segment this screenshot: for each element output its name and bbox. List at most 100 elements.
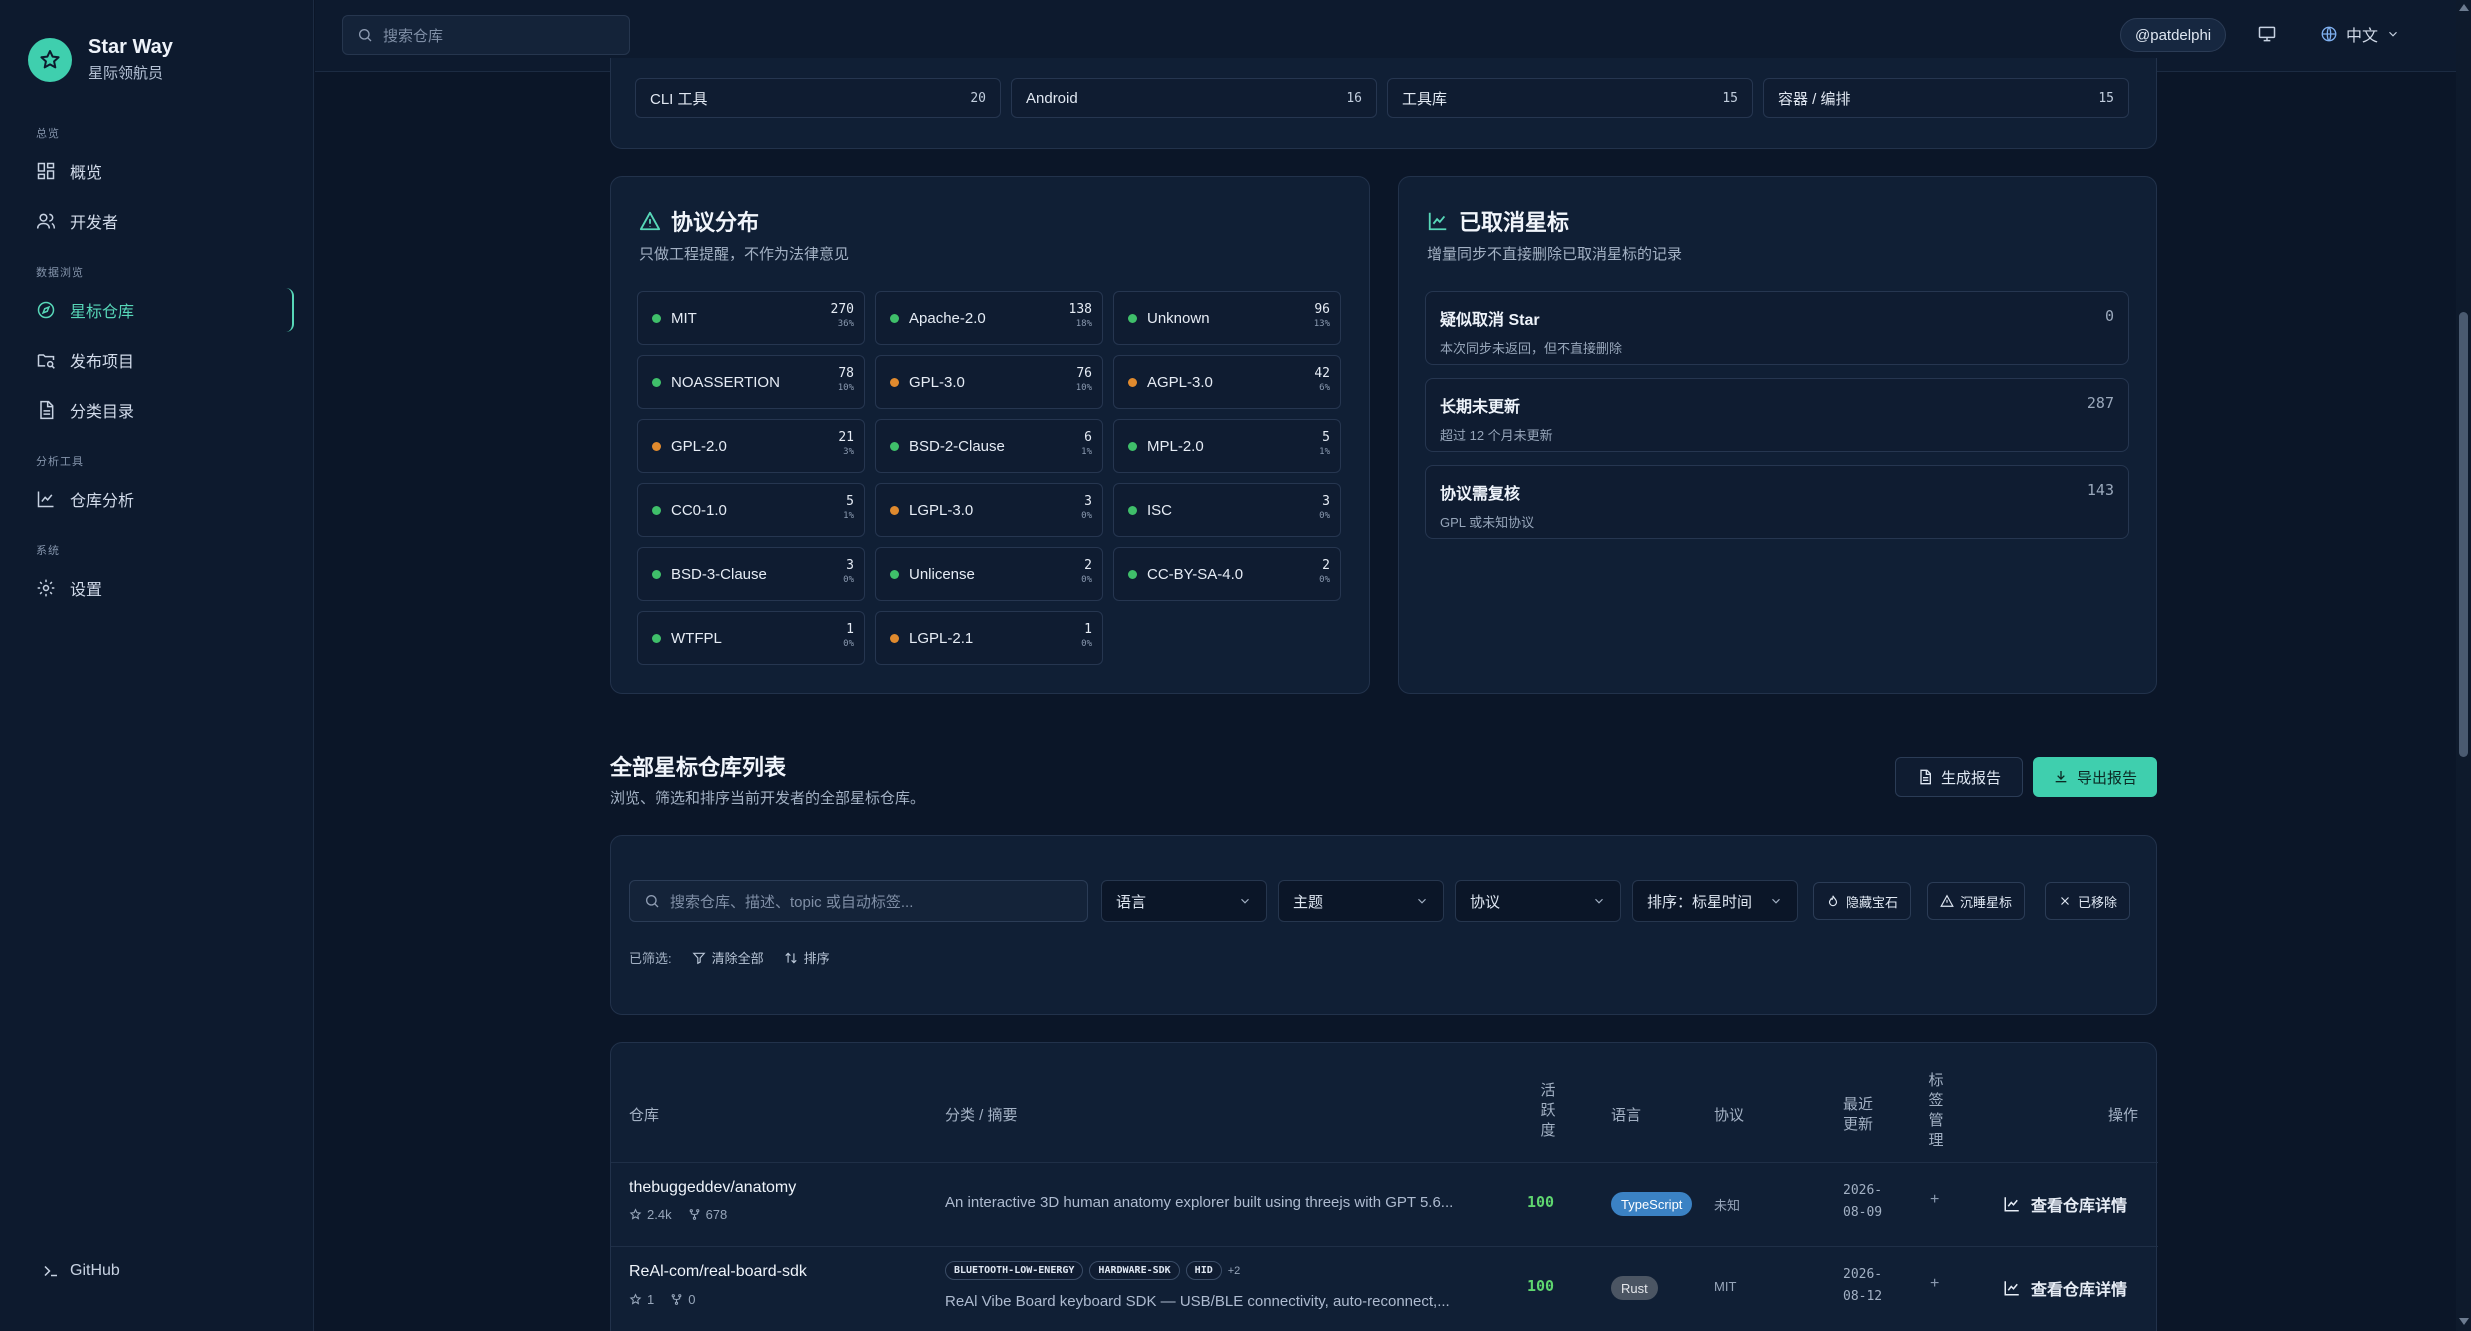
- license-item[interactable]: MIT 270 36%: [637, 291, 865, 345]
- license-item[interactable]: Unlicense 2 0%: [875, 547, 1103, 601]
- table-row[interactable]: ReAl-com/real-board-sdk 1 0 BLUETOOTH-LO…: [611, 1246, 2158, 1330]
- repo-forks-count: 0: [688, 1292, 696, 1307]
- brand[interactable]: Star Way 星际领航员: [28, 36, 173, 83]
- license-select[interactable]: 协议: [1455, 880, 1621, 922]
- language-switcher[interactable]: 中文: [2320, 22, 2400, 46]
- repo-stars: 2.4k: [629, 1207, 672, 1222]
- export-report-button[interactable]: 导出报告: [2033, 757, 2157, 797]
- license-name: AGPL-3.0: [1147, 373, 1213, 391]
- repo-search-input[interactable]: 搜索仓库、描述、topic 或自动标签...: [629, 880, 1088, 922]
- sunk-stars-toggle[interactable]: 沉睡星标: [1927, 882, 2026, 920]
- repo-name-link[interactable]: thebuggeddev/anatomy: [629, 1179, 796, 1197]
- hidden-gems-toggle[interactable]: 隐藏宝石: [1813, 882, 1912, 920]
- removed-label: 已移除: [2078, 894, 2118, 910]
- view-repo-detail-button[interactable]: 查看仓库详情: [2003, 1276, 2127, 1300]
- topic-select[interactable]: 主题: [1278, 880, 1444, 922]
- license-item[interactable]: WTFPL 1 0%: [637, 611, 865, 665]
- table-row[interactable]: thebuggeddev/anatomy 2.4k 678 An interac…: [611, 1162, 2158, 1246]
- license-item[interactable]: LGPL-3.0 3 0%: [875, 483, 1103, 537]
- sidebar-item-settings[interactable]: 设置: [26, 566, 294, 610]
- license-stats: 2 0%: [1081, 558, 1092, 585]
- category-count: 16: [1346, 90, 1362, 106]
- license-item[interactable]: LGPL-2.1 1 0%: [875, 611, 1103, 665]
- license-name: GPL-2.0: [671, 437, 727, 455]
- license-name: BSD-3-Clause: [671, 565, 767, 583]
- license-item[interactable]: NOASSERTION 78 10%: [637, 355, 865, 409]
- header-activity[interactable]: 活跃度: [1539, 1081, 1557, 1141]
- repo-forks-count: 678: [705, 1207, 728, 1222]
- clear-filters-button[interactable]: 清除全部: [692, 948, 764, 967]
- license-cell: 未知: [1714, 1198, 1741, 1213]
- license-item[interactable]: BSD-3-Clause 3 0%: [637, 547, 865, 601]
- license-stats: 5 1%: [1319, 430, 1330, 457]
- add-tag-button[interactable]: +: [1930, 1191, 1939, 1209]
- license-item[interactable]: MPL-2.0 5 1%: [1113, 419, 1341, 473]
- license-select-value: 协议: [1470, 893, 1501, 911]
- unstarred-item[interactable]: 长期未更新 超过 12 个月未更新 287: [1425, 378, 2129, 452]
- list-section-subtitle: 浏览、筛选和排序当前开发者的全部星标仓库。: [610, 790, 926, 807]
- language-label: 中文: [2346, 28, 2379, 45]
- scroll-down-arrow-icon[interactable]: [2459, 1318, 2469, 1325]
- license-item[interactable]: Unknown 96 13%: [1113, 291, 1341, 345]
- category-row: CLI 工具 20 Android 16 工具库 15 容器 / 编排 15: [635, 78, 2129, 118]
- sidebar-item-overview[interactable]: 概览: [26, 149, 294, 193]
- license-item[interactable]: BSD-2-Clause 6 1%: [875, 419, 1103, 473]
- view-repo-detail-button[interactable]: 查看仓库详情: [2003, 1192, 2127, 1216]
- topic-chip[interactable]: HARDWARE-SDK: [1089, 1261, 1180, 1280]
- repo-name-link[interactable]: ReAl-com/real-board-sdk: [629, 1263, 807, 1281]
- export-report-label: 导出报告: [2076, 769, 2137, 787]
- language-badge: TypeScript: [1611, 1192, 1693, 1216]
- license-item[interactable]: CC0-1.0 5 1%: [637, 483, 865, 537]
- license-item[interactable]: GPL-2.0 21 3%: [637, 419, 865, 473]
- topic-chip[interactable]: BLUETOOTH-LOW-ENERGY: [945, 1261, 1084, 1280]
- category-item[interactable]: 容器 / 编排 15: [1763, 78, 2129, 118]
- license-item[interactable]: CC-BY-SA-4.0 2 0%: [1113, 547, 1341, 601]
- active-filters-row: 已筛选: 清除全部 排序: [629, 948, 830, 967]
- license-status-dot: [1128, 505, 1137, 515]
- language-select[interactable]: 语言: [1101, 880, 1267, 922]
- sidebar-item-label: 设置: [70, 582, 103, 599]
- license-item[interactable]: AGPL-3.0 42 6%: [1113, 355, 1341, 409]
- sidebar-item-starred[interactable]: 星标仓库: [26, 288, 294, 332]
- license-name: CC0-1.0: [671, 501, 727, 519]
- license-percent: 1%: [843, 511, 854, 521]
- unstarred-item[interactable]: 疑似取消 Star 本次同步未返回，但不直接删除 0: [1425, 291, 2129, 365]
- topic-chip[interactable]: HID: [1185, 1261, 1222, 1280]
- sort-select[interactable]: 排序：标星时间: [1632, 880, 1798, 922]
- unstarred-item-title: 协议需复核: [1440, 486, 1521, 503]
- scrollbar-thumb[interactable]: [2459, 312, 2468, 757]
- sidebar-item-analysis[interactable]: 仓库分析: [26, 477, 294, 521]
- license-status-dot: [652, 377, 661, 387]
- generate-report-button[interactable]: 生成报告: [1895, 757, 2023, 797]
- theme-toggle-button[interactable]: [2257, 24, 2277, 49]
- unstarred-title-text: 已取消星标: [1459, 210, 1570, 235]
- updated-day: 08-09: [1843, 1205, 1883, 1220]
- add-tag-button[interactable]: +: [1930, 1275, 1939, 1293]
- sidebar-item-releases[interactable]: 发布项目: [26, 338, 294, 382]
- license-stats: 270 36%: [831, 302, 854, 329]
- line-chart-icon: [2004, 1197, 2019, 1212]
- topic-more-count[interactable]: +2: [1228, 1265, 1241, 1277]
- topic-list: BLUETOOTH-LOW-ENERGY HARDWARE-SDK HID +2: [945, 1261, 1240, 1280]
- license-grid: MIT 270 36% Apache-2.0 138 18% Unknown 96 13% NOA…: [637, 291, 1341, 665]
- chevron-down-icon: [1772, 898, 1780, 904]
- license-item[interactable]: Apache-2.0 138 18%: [875, 291, 1103, 345]
- user-chip[interactable]: @patdelphi: [2120, 18, 2227, 52]
- sort-toggle-button[interactable]: 排序: [784, 948, 830, 967]
- license-item[interactable]: ISC 3 0%: [1113, 483, 1341, 537]
- category-item[interactable]: CLI 工具 20: [635, 78, 1001, 118]
- scroll-up-arrow-icon[interactable]: [2459, 4, 2469, 11]
- header-updated[interactable]: 最近更新: [1843, 1095, 1879, 1135]
- global-search-input[interactable]: 搜索仓库: [342, 15, 630, 55]
- unstarred-item[interactable]: 协议需复核 GPL 或未知协议 143: [1425, 465, 2129, 539]
- github-link[interactable]: GitHub: [42, 1262, 120, 1280]
- category-item[interactable]: Android 16: [1011, 78, 1377, 118]
- category-item[interactable]: 工具库 15: [1387, 78, 1753, 118]
- removed-toggle[interactable]: 已移除: [2045, 882, 2131, 920]
- license-percent: 10%: [1075, 383, 1092, 393]
- sidebar-item-categories[interactable]: 分类目录: [26, 388, 294, 432]
- license-item[interactable]: GPL-3.0 76 10%: [875, 355, 1103, 409]
- close-icon: [2061, 897, 2069, 905]
- license-count: 6: [1084, 430, 1092, 445]
- sidebar-item-developers[interactable]: 开发者: [26, 199, 294, 243]
